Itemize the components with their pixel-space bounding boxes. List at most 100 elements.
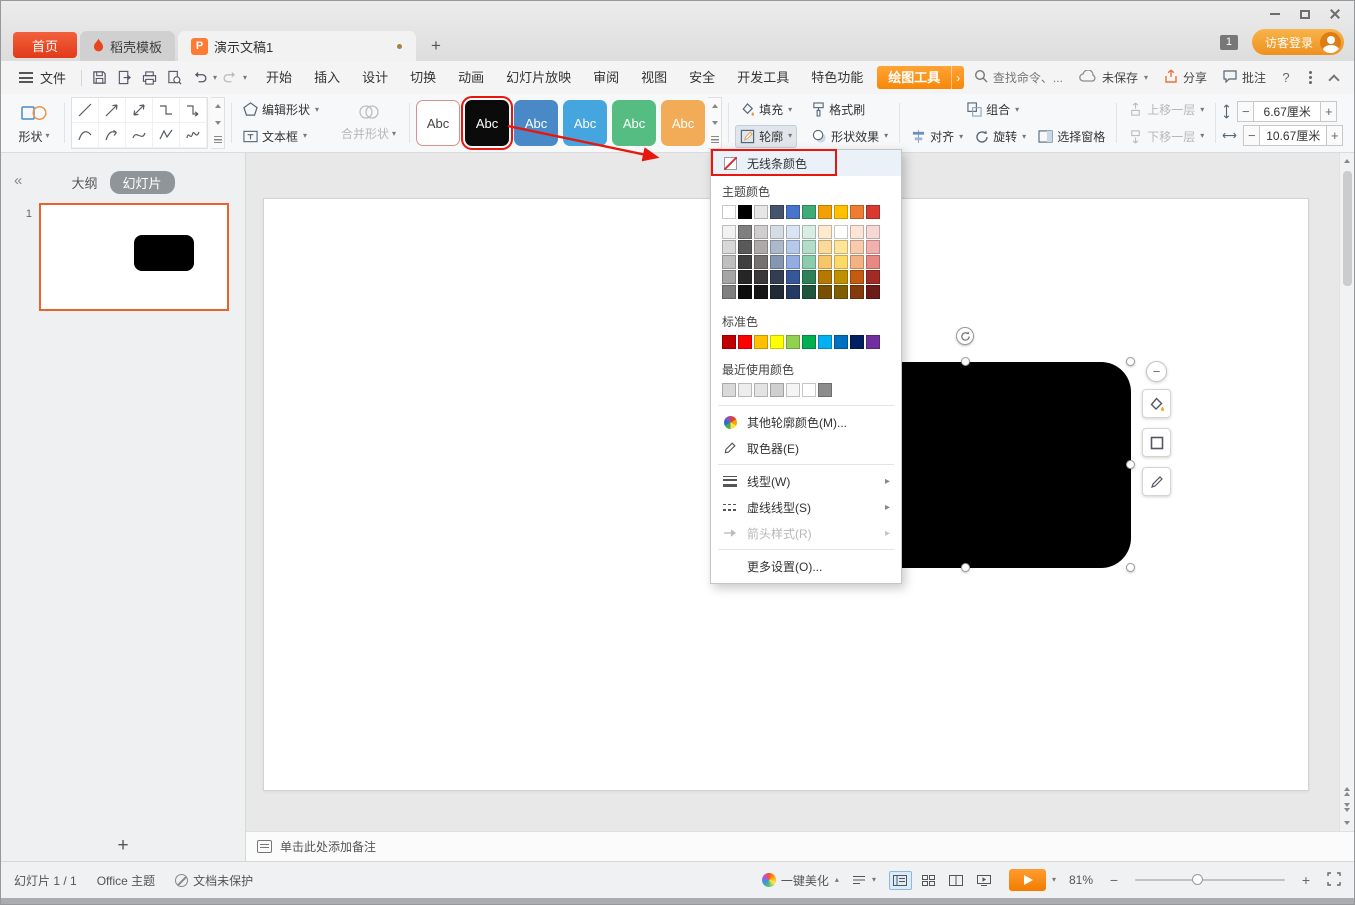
elbow-connector-shape-button[interactable] — [153, 98, 180, 123]
rotate-button[interactable]: 旋转 ▾ — [970, 125, 1031, 149]
resize-handle-n[interactable] — [961, 357, 970, 366]
zoom-slider-handle[interactable] — [1192, 874, 1203, 885]
notes-bar[interactable]: 单击此处添加备注 — [246, 831, 1354, 861]
theme-tint-swatch[interactable] — [866, 240, 880, 254]
save-status-button[interactable]: 未保存 ▾ — [1071, 69, 1156, 86]
theme-color-swatch[interactable] — [738, 205, 752, 219]
quick-fill-button[interactable] — [1142, 389, 1171, 418]
shape-style-preset-1[interactable]: Abc — [416, 100, 460, 146]
play-slideshow-button[interactable] — [1009, 869, 1046, 891]
theme-tint-swatch[interactable] — [834, 240, 848, 254]
recent-color-swatch[interactable] — [738, 383, 752, 397]
menu-item-3[interactable]: 切换 — [399, 66, 447, 90]
menu-item-8[interactable]: 安全 — [678, 66, 726, 90]
width-decrease-button[interactable]: − — [1243, 125, 1260, 146]
line-weight-item[interactable]: 线型(W) ▸ — [711, 468, 901, 494]
theme-tint-swatch[interactable] — [754, 255, 768, 269]
elbow-arrow-shape-button[interactable] — [180, 98, 207, 123]
outline-button[interactable]: 轮廓 ▾ — [735, 125, 797, 149]
send-backward-button[interactable]: 下移一层 ▾ — [1123, 125, 1209, 149]
align-button[interactable]: 对齐 ▾ — [906, 125, 968, 149]
more-outline-colors-item[interactable]: 其他轮廓颜色(M)... — [711, 409, 901, 435]
theme-tint-swatch[interactable] — [802, 270, 816, 284]
more-settings-item[interactable]: 更多设置(O)... — [711, 553, 901, 579]
command-search[interactable]: 查找命令、... — [974, 69, 1063, 86]
theme-tint-swatch[interactable] — [738, 270, 752, 284]
menu-item-0[interactable]: 开始 — [255, 66, 303, 90]
gallery-scroll-up-button[interactable] — [211, 98, 224, 115]
fit-slide-button[interactable] — [1327, 872, 1341, 889]
save-button[interactable] — [87, 66, 112, 90]
vertical-scrollbar[interactable] — [1339, 153, 1354, 831]
menu-item-4[interactable]: 动画 — [447, 66, 495, 90]
shape-style-preset-6[interactable]: Abc — [661, 100, 705, 146]
theme-tint-swatch[interactable] — [786, 270, 800, 284]
zoom-in-button[interactable]: + — [1298, 872, 1314, 888]
gallery-scroll-down-button[interactable] — [211, 115, 224, 132]
undo-button[interactable] — [187, 66, 212, 90]
collapse-float-toolbar-button[interactable]: − — [1146, 361, 1167, 382]
no-line-color-item[interactable]: 无线条颜色 — [711, 150, 901, 176]
print-button[interactable] — [137, 66, 162, 90]
standard-color-swatch[interactable] — [818, 335, 832, 349]
tab-docer[interactable]: 稻壳模板 — [80, 31, 175, 61]
tab-home[interactable]: 首页 — [13, 32, 77, 58]
tab-outline[interactable]: 大纲 — [71, 173, 97, 192]
resize-handle-ne[interactable] — [1126, 357, 1135, 366]
standard-color-swatch[interactable] — [786, 335, 800, 349]
menu-item-6[interactable]: 审阅 — [582, 66, 630, 90]
line-arrow-shape-button[interactable] — [99, 98, 126, 123]
slide-thumbnail[interactable] — [39, 203, 229, 311]
theme-tint-swatch[interactable] — [850, 270, 864, 284]
shape-effects-button[interactable]: 形状效果 ▾ — [807, 125, 893, 149]
theme-tint-swatch[interactable] — [850, 225, 864, 239]
theme-color-swatch[interactable] — [770, 205, 784, 219]
notes-panel-toggle[interactable]: ▾ — [852, 875, 876, 885]
textbox-button[interactable]: 文本框 ▾ — [238, 125, 324, 149]
previous-slide-button[interactable] — [1344, 783, 1350, 799]
scribble-shape-button[interactable] — [180, 123, 207, 148]
tab-document[interactable]: P 演示文稿1 — [178, 31, 416, 61]
abc-expand-button[interactable] — [708, 131, 721, 148]
quick-outline-button[interactable] — [1142, 428, 1171, 457]
standard-color-swatch[interactable] — [722, 335, 736, 349]
shape-style-preset-5[interactable]: Abc — [612, 100, 656, 146]
theme-color-swatch[interactable] — [722, 205, 736, 219]
shapes-button[interactable]: 形状▾ — [10, 98, 58, 148]
theme-color-swatch[interactable] — [850, 205, 864, 219]
eyedropper-item[interactable]: 取色器(E) — [711, 435, 901, 461]
recent-color-swatch[interactable] — [722, 383, 736, 397]
theme-tint-swatch[interactable] — [754, 225, 768, 239]
rotate-handle[interactable] — [956, 327, 974, 345]
menu-item-9[interactable]: 开发工具 — [726, 66, 800, 90]
recent-color-swatch[interactable] — [754, 383, 768, 397]
theme-tint-swatch[interactable] — [754, 240, 768, 254]
group-button[interactable]: 组合 ▾ — [962, 98, 1024, 122]
next-slide-button[interactable] — [1344, 799, 1350, 815]
standard-color-swatch[interactable] — [754, 335, 768, 349]
theme-tint-swatch[interactable] — [738, 225, 752, 239]
theme-tint-swatch[interactable] — [770, 225, 784, 239]
export-button[interactable] — [112, 66, 137, 90]
theme-tint-swatch[interactable] — [770, 255, 784, 269]
dash-style-item[interactable]: 虚线线型(S) ▸ — [711, 494, 901, 520]
theme-color-swatch[interactable] — [802, 205, 816, 219]
recent-color-swatch[interactable] — [786, 383, 800, 397]
quick-edit-button[interactable] — [1142, 467, 1171, 496]
theme-tint-swatch[interactable] — [866, 225, 880, 239]
curve-arrow-shape-button[interactable] — [99, 123, 126, 148]
theme-tint-swatch[interactable] — [770, 285, 784, 299]
theme-color-swatch[interactable] — [818, 205, 832, 219]
login-button[interactable]: 访客登录 — [1252, 29, 1344, 55]
comment-button[interactable]: 批注 — [1215, 69, 1274, 86]
theme-tint-swatch[interactable] — [786, 225, 800, 239]
maximize-button[interactable] — [1290, 1, 1320, 27]
theme-color-swatch[interactable] — [866, 205, 880, 219]
slideshow-view-button[interactable] — [973, 871, 996, 890]
recent-color-swatch[interactable] — [802, 383, 816, 397]
theme-color-swatch[interactable] — [754, 205, 768, 219]
theme-color-swatch[interactable] — [834, 205, 848, 219]
theme-tint-swatch[interactable] — [834, 270, 848, 284]
scrollbar-thumb[interactable] — [1343, 171, 1352, 286]
resize-handle-s[interactable] — [961, 563, 970, 572]
